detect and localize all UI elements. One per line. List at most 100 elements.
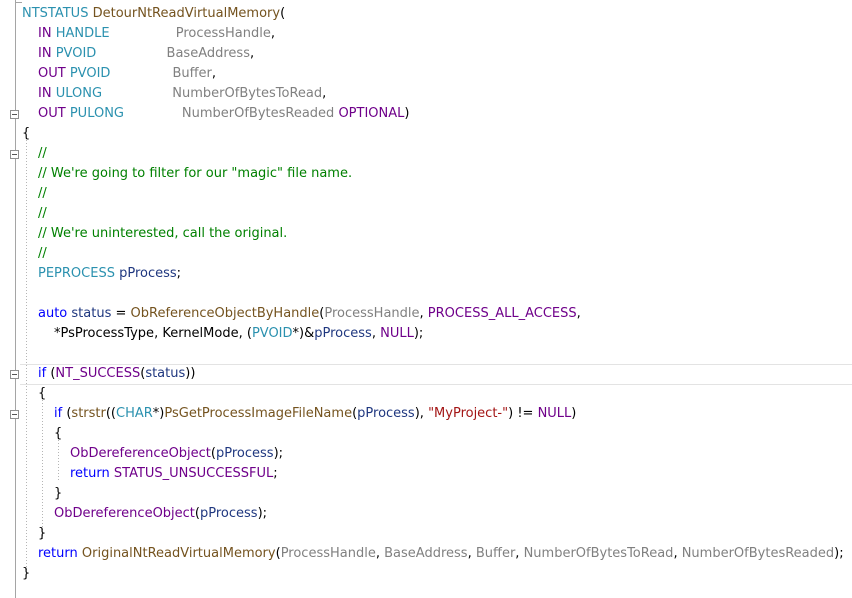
token-punc: } (22, 566, 31, 581)
token-punc: ; (273, 466, 278, 481)
code-text: return OriginalNtReadVirtualMemory(Proce… (38, 544, 844, 564)
code-text: } (54, 484, 62, 504)
code-line[interactable]: { (0, 424, 852, 444)
token-punc: ); (834, 546, 844, 561)
token-punc: ), (414, 406, 429, 421)
code-line[interactable]: IN HANDLE ProcessHandle, (0, 24, 852, 44)
token-punc: *)& (292, 326, 315, 341)
fold-toggle-minus-box-icon[interactable] (10, 150, 19, 159)
token-var: status (71, 306, 112, 321)
token-param: Buffer (172, 66, 212, 81)
token-param: ProcessHandle (280, 546, 376, 561)
code-line[interactable]: *PsProcessType, KernelMode, (PVOID*)&pPr… (0, 324, 852, 344)
token-punc: ); (273, 446, 284, 461)
code-line[interactable]: // (0, 144, 852, 164)
token-var: pProcess (119, 266, 177, 281)
token-punc: , (211, 66, 217, 81)
code-text: // (38, 184, 47, 204)
code-line[interactable]: } (0, 524, 852, 544)
token-id: *PsProcessType (54, 326, 155, 341)
fold-toggle-minus-box-icon[interactable] (10, 370, 19, 379)
code-text: // We're uninterested, call the original… (38, 224, 287, 244)
fold-toggle-minus-box-icon[interactable] (10, 110, 19, 119)
token-punc: *) (152, 406, 165, 421)
token-punc: , (371, 326, 381, 341)
token-var: status (145, 366, 186, 381)
token-mac: ObDereferenceObject (54, 506, 195, 521)
token-punc (102, 86, 172, 101)
code-line[interactable]: IN PVOID BaseAddress, (0, 44, 852, 64)
code-line[interactable]: // (0, 184, 852, 204)
token-var: pProcess (314, 326, 372, 341)
code-line[interactable]: // We're going to filter for our "magic"… (0, 164, 852, 184)
code-line[interactable] (0, 344, 852, 364)
code-line[interactable]: // We're uninterested, call the original… (0, 224, 852, 244)
code-line[interactable]: OUT PVOID Buffer, (0, 64, 852, 84)
token-param: BaseAddress (166, 46, 250, 61)
token-punc: ); (413, 326, 424, 341)
code-line[interactable]: IN ULONG NumberOfBytesToRead, (0, 84, 852, 104)
code-line[interactable]: if (NT_SUCCESS(status)) (0, 364, 852, 384)
code-text: PEPROCESS pProcess; (38, 264, 181, 284)
token-type: ULONG (55, 86, 103, 101)
code-line[interactable]: // (0, 244, 852, 264)
token-cmt: // We're going to filter for our "magic"… (38, 166, 353, 181)
code-line[interactable]: } (0, 484, 852, 504)
token-type: PULONG (69, 106, 125, 121)
token-cmt: // We're uninterested, call the original… (38, 226, 288, 241)
token-param: NumberOfBytesReaded (681, 546, 835, 561)
token-param: NumberOfBytesToRead (172, 86, 323, 101)
token-str: "MyProject-" (428, 406, 509, 421)
code-line[interactable]: } (0, 564, 852, 584)
token-punc (110, 66, 172, 81)
code-line[interactable]: return OriginalNtReadVirtualMemory(Proce… (0, 544, 852, 564)
code-line[interactable]: if (strstr((CHAR*)PsGetProcessImageFileN… (0, 404, 852, 424)
code-line[interactable]: NTSTATUS DetourNtReadVirtualMemory( (0, 4, 852, 24)
token-punc: ) != (508, 406, 538, 421)
token-cmt: // (38, 186, 47, 201)
token-mac: OUT (38, 106, 66, 121)
token-punc (96, 46, 166, 61)
code-text: *PsProcessType, KernelMode, (PVOID*)&pPr… (54, 324, 423, 344)
token-mac: IN (38, 26, 52, 41)
token-punc (110, 26, 176, 41)
token-kw: return (38, 546, 78, 561)
token-fn: ObReferenceObjectByHandle (130, 306, 320, 321)
fold-toggle-minus-box-icon[interactable] (10, 410, 19, 419)
code-line[interactable]: return STATUS_UNSUCCESSFUL; (0, 464, 852, 484)
token-mac: IN (38, 86, 52, 101)
token-kw: return (70, 466, 110, 481)
token-mac: STATUS_UNSUCCESSFUL (113, 466, 274, 481)
code-line[interactable]: ObDereferenceObject(pProcess); (0, 504, 852, 524)
token-mac: NT_SUCCESS (55, 366, 141, 381)
code-text: } (38, 524, 46, 544)
token-param: BaseAddress (384, 546, 468, 561)
code-line[interactable]: auto status = ObReferenceObjectByHandle(… (0, 304, 852, 324)
code-line[interactable] (0, 284, 852, 304)
token-type: PEPROCESS (38, 266, 115, 281)
code-line[interactable]: { (0, 384, 852, 404)
code-line[interactable]: ObDereferenceObject(pProcess); (0, 444, 852, 464)
token-punc: , ( (238, 326, 252, 341)
token-param: NumberOfBytesReaded (181, 106, 335, 121)
code-text: auto status = ObReferenceObjectByHandle(… (38, 304, 581, 324)
code-text: { (22, 124, 30, 144)
code-line[interactable]: PEPROCESS pProcess; (0, 264, 852, 284)
token-punc: , (249, 46, 255, 61)
code-text: if (strstr((CHAR*)PsGetProcessImageFileN… (54, 404, 576, 424)
token-punc: ) (571, 406, 577, 421)
token-cmt: // (38, 246, 47, 261)
token-param: ProcessHandle (175, 26, 271, 41)
code-text: if (NT_SUCCESS(status)) (38, 364, 195, 384)
token-punc: , (270, 26, 276, 41)
token-punc: = (111, 306, 131, 321)
code-line[interactable]: { (0, 124, 852, 144)
code-text: OUT PVOID Buffer, (38, 64, 216, 84)
token-cmt: // (38, 206, 47, 221)
code-line[interactable]: OUT PULONG NumberOfBytesReaded OPTIONAL) (0, 104, 852, 124)
token-fn: PsGetProcessImageFileName (164, 406, 353, 421)
code-text: // (38, 244, 47, 264)
code-line[interactable]: // (0, 204, 852, 224)
code-text: ObDereferenceObject(pProcess); (70, 444, 283, 464)
token-fn: DetourNtReadVirtualMemory (92, 6, 281, 21)
